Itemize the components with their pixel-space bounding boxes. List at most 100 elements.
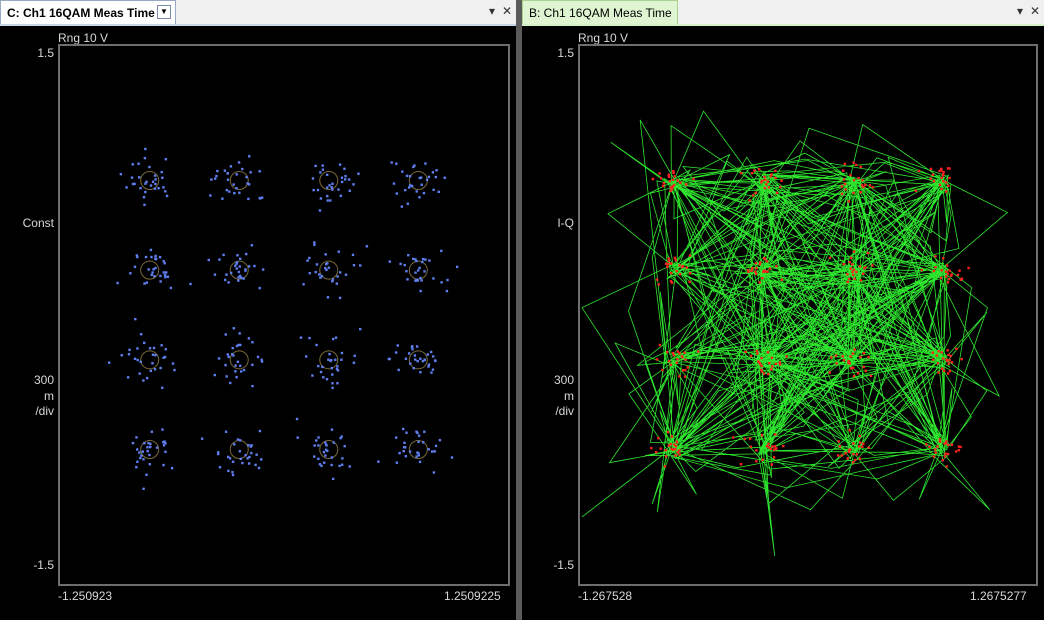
constellation-point: [162, 186, 165, 189]
constellation-point: [238, 450, 242, 453]
iq-symbol-point: [851, 263, 854, 266]
constellation-point: [235, 187, 238, 190]
constellation-point: [160, 344, 163, 347]
iq-symbol-point: [852, 250, 856, 253]
pane-menu-icon[interactable]: ▾: [484, 2, 500, 20]
constellation-point: [245, 175, 248, 179]
close-icon[interactable]: ✕: [1027, 2, 1043, 20]
constellation-point: [419, 276, 422, 280]
constellation-point: [251, 341, 254, 344]
constellation-point: [142, 458, 145, 461]
constellation-point: [161, 428, 164, 431]
iq-symbol-point: [846, 280, 849, 284]
iq-symbol-point: [768, 362, 771, 365]
y-bottom-label: -1.5: [33, 558, 54, 572]
iq-symbol-point: [851, 273, 855, 277]
constellation-point: [119, 172, 123, 176]
iq-symbol-point: [946, 372, 950, 375]
constellation-point: [235, 173, 238, 176]
constellation-point: [302, 283, 305, 286]
constellation-point: [149, 184, 153, 187]
iq-symbol-point: [847, 200, 850, 203]
range-label: Rng 10 V: [578, 31, 629, 45]
constellation-point: [437, 190, 440, 194]
constellation-point: [143, 156, 147, 160]
constellation-point: [144, 182, 147, 185]
iq-symbol-point: [666, 430, 670, 434]
iq-symbol-point: [685, 183, 688, 186]
iq-symbol-point: [747, 270, 750, 274]
iq-symbol-point: [681, 265, 684, 269]
constellation-point: [244, 453, 247, 457]
constellation-point: [160, 170, 163, 174]
constellation-point: [258, 429, 262, 433]
constellation-point: [120, 354, 123, 357]
iq-symbol-point: [858, 265, 862, 268]
iq-symbol-point: [932, 180, 936, 183]
constellation-point: [390, 161, 393, 164]
constellation-point: [226, 353, 230, 356]
iq-symbol-point: [657, 436, 660, 440]
iq-symbol-point: [949, 354, 952, 358]
iq-symbol-point: [847, 361, 850, 364]
iq-symbol-point: [771, 445, 774, 448]
constellation-point: [324, 448, 328, 451]
tab-c-meas-time[interactable]: C: Ch1 16QAM Meas Time ▼: [0, 0, 176, 24]
close-icon[interactable]: ✕: [499, 2, 515, 20]
iq-symbol-point: [758, 281, 761, 284]
constellation-point: [432, 471, 436, 474]
constellation-point: [336, 365, 339, 368]
constellation-point: [151, 271, 154, 274]
pane-menu-icon[interactable]: ▾: [1012, 2, 1028, 20]
constellation-point: [162, 444, 166, 447]
constellation-point: [241, 461, 244, 465]
constellation-point: [406, 202, 410, 205]
iq-symbol-point: [957, 449, 961, 452]
iq-symbol-point: [861, 179, 864, 182]
constellation-point: [247, 155, 251, 158]
iq-symbol-point: [666, 350, 669, 354]
constellation-point: [415, 190, 418, 193]
iq-symbol-point: [950, 361, 954, 364]
iq-symbol-point: [871, 186, 875, 189]
iq-symbol-point: [943, 455, 947, 458]
iq-symbol-point: [859, 356, 862, 359]
constellation-point: [326, 199, 329, 202]
constellation-point: [257, 466, 261, 470]
constellation-point: [440, 249, 443, 253]
iq-symbol-point: [950, 443, 954, 446]
iq-symbol-point: [755, 272, 758, 276]
iq-symbol-point: [853, 348, 856, 351]
iq-symbol-point: [664, 449, 667, 452]
iq-symbol-point: [664, 455, 668, 458]
constellation-point: [423, 270, 426, 273]
constellation-point: [144, 147, 147, 151]
constellation-point: [144, 255, 148, 259]
iq-symbol-point: [669, 262, 673, 265]
tab-b-meas-time[interactable]: B: Ch1 16QAM Meas Time: [522, 0, 678, 24]
iq-symbol-point: [941, 172, 945, 176]
constellation-point: [239, 276, 243, 279]
iq-symbol-point: [948, 176, 951, 180]
iq-symbol-point: [669, 271, 673, 275]
constellation-point: [431, 368, 435, 371]
iq-symbol-point: [770, 356, 774, 360]
trace-label: I-Q: [557, 216, 574, 230]
constellation-point: [331, 382, 334, 385]
constellation-point: [326, 173, 329, 176]
iq-symbol-point: [942, 180, 945, 183]
iq-symbol-point: [765, 183, 768, 186]
constellation-point: [407, 186, 411, 189]
constellation-plot-frame[interactable]: [58, 44, 510, 586]
y-top-label: 1.5: [557, 46, 574, 60]
constellation-point: [150, 430, 154, 433]
constellation-point: [148, 462, 152, 466]
iq-symbol-point: [854, 163, 858, 167]
iq-symbol-point: [752, 194, 755, 197]
iq-plot-frame[interactable]: [578, 44, 1038, 586]
constellation-point: [412, 257, 415, 261]
constellation-point: [336, 382, 339, 385]
constellation-point: [126, 376, 130, 379]
constellation-point: [396, 344, 399, 347]
tab-dropdown-icon[interactable]: ▼: [157, 5, 171, 19]
